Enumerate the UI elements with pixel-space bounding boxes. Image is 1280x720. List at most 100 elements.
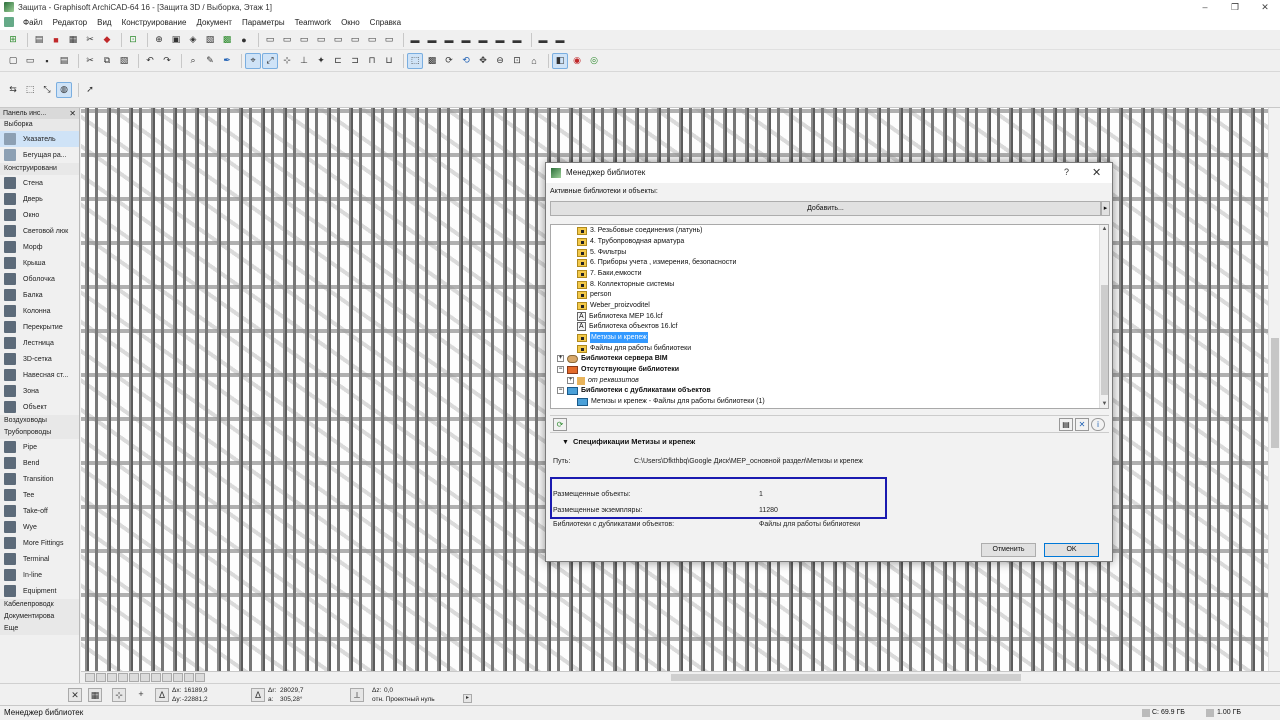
tree-item[interactable]: 6. Приборы учета , измерения, безопаснос… [577, 257, 736, 268]
navigator-icon[interactable]: ⊕ [152, 33, 166, 47]
scroll-down-icon[interactable]: ▼ [1100, 400, 1108, 408]
layer-down-icon[interactable]: ▬ [553, 33, 567, 47]
tool-more-fittings[interactable]: More Fittings [0, 535, 79, 551]
restore-button[interactable]: ❐ [1220, 2, 1250, 13]
view-settings-icon[interactable] [195, 673, 205, 682]
expand-icon[interactable]: + [567, 377, 574, 384]
angle-value[interactable]: 305,28° [280, 696, 302, 703]
horizontal-scrollbar[interactable] [671, 674, 1021, 681]
tree-group-duplicates[interactable]: − Библиотеки с дубликатами объектов [557, 385, 711, 396]
zoom-out-icon[interactable] [96, 673, 106, 682]
distribute-icon[interactable]: ▭ [348, 33, 362, 47]
dr-value[interactable]: 28029,7 [280, 687, 304, 694]
polar-icon[interactable]: Δ [251, 688, 265, 702]
pan-icon[interactable]: ✥ [476, 54, 490, 68]
eyedropper-icon[interactable]: ✎ [203, 54, 217, 68]
tool-bend[interactable]: Bend [0, 455, 79, 471]
library-tree[interactable]: 3. Резьбовые соединения (латунь) 4. Труб… [550, 224, 1109, 409]
align-top-icon[interactable]: ▭ [314, 33, 328, 47]
group-icon[interactable]: ▭ [382, 33, 396, 47]
dy-value[interactable]: -22881,2 [182, 696, 208, 703]
arrange-icon[interactable]: ⊏ [331, 54, 345, 68]
reload-icon[interactable]: ⟳ [553, 418, 567, 431]
navigate-icon[interactable] [173, 673, 183, 682]
tool-morph[interactable]: Морф [0, 239, 79, 255]
tree-group-bim-server[interactable]: + Библиотеки сервера BIM [557, 353, 668, 364]
close-icon[interactable]: ✕ [68, 688, 82, 702]
collapse-icon[interactable]: − [557, 366, 564, 373]
align-left-icon[interactable]: ▭ [263, 33, 277, 47]
document-icon[interactable] [4, 17, 14, 27]
magic-wand-icon[interactable]: ✦ [314, 54, 328, 68]
align-center-icon[interactable]: ▭ [280, 33, 294, 47]
dz-value[interactable]: 0,0 [384, 687, 393, 694]
menu-window[interactable]: Окно [336, 18, 365, 27]
tree-item[interactable]: 4. Трубопроводная арматура [577, 236, 684, 247]
find-icon[interactable]: ⌕ [186, 54, 200, 68]
close-dialog-button[interactable]: ✕ [1092, 166, 1101, 179]
reference-label[interactable]: отн. Проектный нуль [372, 696, 435, 703]
view-icon[interactable]: ⌂ [527, 54, 541, 68]
tool-beam[interactable]: Балка [0, 287, 79, 303]
tool-zone[interactable]: Зона [0, 383, 79, 399]
send-back-icon[interactable]: ▬ [493, 33, 507, 47]
layer-up-icon[interactable]: ▬ [536, 33, 550, 47]
sphere-icon[interactable]: ● [237, 33, 251, 47]
layer-view-icon[interactable]: ◧ [552, 52, 568, 69]
orbit-view-icon[interactable] [140, 673, 150, 682]
rotate-icon[interactable]: ⟳ [442, 54, 456, 68]
pipes-group[interactable]: Трубопроводы [0, 427, 79, 439]
tool-take-off[interactable]: Take-off [0, 503, 79, 519]
print-file-icon[interactable]: ▤ [57, 54, 71, 68]
tree-item[interactable]: person [577, 289, 611, 300]
tool-window[interactable]: Окно [0, 207, 79, 223]
selection-filter-icon[interactable]: ◍ [56, 81, 72, 98]
menu-view[interactable]: Вид [92, 18, 116, 27]
tool-pipe[interactable]: Pipe [0, 439, 79, 455]
tree-item[interactable]: 7. Баки,емкости [577, 268, 642, 279]
scroll-up-icon[interactable]: ▲ [1100, 225, 1108, 233]
help-button[interactable]: ? [1064, 167, 1069, 177]
expand-icon[interactable]: + [557, 355, 564, 362]
tool-object[interactable]: Объект [0, 399, 79, 415]
new-file-icon[interactable]: ▢ [6, 54, 20, 68]
zoom-fit-icon[interactable]: ⊡ [510, 54, 524, 68]
grid-icon[interactable]: ▦ [88, 688, 102, 702]
camera-icon[interactable] [162, 673, 172, 682]
layers-icon[interactable]: ⊡ [126, 33, 140, 47]
bring-front-icon[interactable]: ▬ [476, 33, 490, 47]
tool-marquee[interactable]: Бегущая ра... [0, 147, 79, 163]
gravity-icon[interactable]: ⊥ [297, 54, 311, 68]
pan-view-icon[interactable] [151, 673, 161, 682]
tool-mesh[interactable]: 3D-сетка [0, 351, 79, 367]
delta-xy-icon[interactable]: Δ [155, 688, 169, 702]
ok-button[interactable]: OK [1044, 543, 1099, 557]
stretch-icon[interactable]: ⤡ [40, 83, 54, 97]
tree-item[interactable]: Weber_proizvoditel [577, 300, 650, 311]
close-icon[interactable]: ✕ [69, 108, 76, 119]
ducts-group[interactable]: Воздуховоды [0, 415, 79, 427]
print-icon[interactable]: ▦ [66, 33, 80, 47]
reference-dropdown-icon[interactable]: ▸ [463, 694, 472, 703]
show-icon[interactable]: ▬ [459, 33, 473, 47]
fit-window-icon[interactable] [107, 673, 117, 682]
dx-value[interactable]: 16189,9 [184, 687, 208, 694]
z-axis-icon[interactable]: ⟂ [350, 688, 364, 702]
pointer-snap-icon[interactable]: ⌖ [245, 52, 261, 69]
tool-roof[interactable]: Крыша [0, 255, 79, 271]
tool-door[interactable]: Дверь [0, 191, 79, 207]
move-icon[interactable]: ▬ [510, 33, 524, 47]
add-menu-arrow[interactable]: ▸ [1101, 201, 1110, 216]
save-icon[interactable]: ■ [49, 33, 63, 47]
tool-tee[interactable]: Tee [0, 487, 79, 503]
object-icon[interactable]: ◈ [186, 33, 200, 47]
target-icon[interactable]: ◎ [587, 54, 601, 68]
cables-group[interactable]: Кабелепроводк [0, 599, 79, 611]
tool-pointer[interactable]: Указатель [0, 131, 79, 147]
tree-scrollbar[interactable]: ▲ ▼ [1099, 225, 1108, 408]
scroll-thumb[interactable] [1101, 285, 1108, 395]
next-view-icon[interactable] [129, 673, 139, 682]
adjust-icon[interactable]: ⊔ [382, 54, 396, 68]
tool-transition[interactable]: Transition [0, 471, 79, 487]
trim-icon[interactable]: ⊐ [348, 54, 362, 68]
